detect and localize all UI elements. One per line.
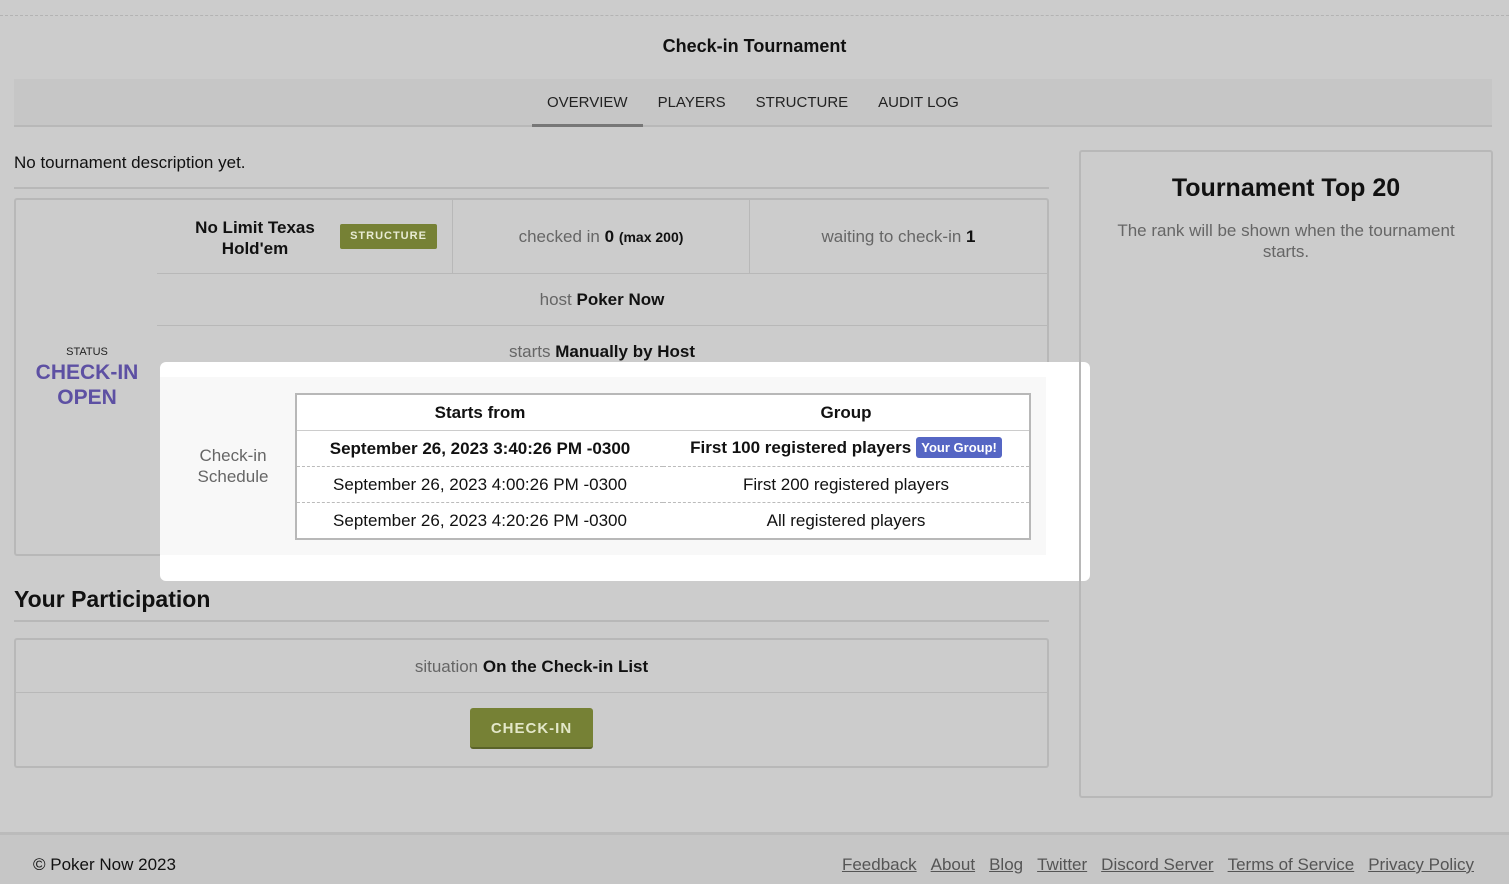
schedule-start: September 26, 2023 4:00:26 PM -0300 [296, 466, 663, 503]
game-type: No Limit Texas Hold'em [180, 217, 330, 259]
schedule-start: September 26, 2023 3:40:26 PM -0300 [296, 430, 663, 467]
footer-link-discord[interactable]: Discord Server [1101, 855, 1213, 875]
participation-row-divider [16, 692, 1047, 693]
schedule-group: First 200 registered players [663, 466, 1030, 503]
status-value-line2: OPEN [57, 386, 117, 409]
tournament-description: No tournament description yet. [14, 153, 246, 172]
schedule-start: September 26, 2023 4:20:26 PM -0300 [296, 502, 663, 539]
starts-row: starts Manually by Host [157, 342, 1047, 362]
game-type-line1: No Limit Texas [195, 218, 315, 237]
host-row: host Poker Now [157, 290, 1047, 310]
schedule-label-line2: Schedule [197, 467, 269, 486]
tab-structure[interactable]: STRUCTURE [741, 79, 864, 127]
host-label: host [539, 290, 572, 309]
checked-in-max: (max 200) [618, 229, 684, 245]
top-divider [0, 15, 1509, 16]
copyright: © Poker Now 2023 [33, 855, 176, 874]
footer-link-about[interactable]: About [931, 855, 975, 875]
schedule-header-row: Starts from Group [296, 394, 1030, 431]
starts-label: starts [508, 342, 551, 361]
waiting-count: 1 [966, 227, 976, 246]
footer-link-terms[interactable]: Terms of Service [1228, 855, 1355, 875]
host-value: Poker Now [576, 290, 665, 309]
page-title: Check-in Tournament [662, 36, 847, 56]
tab-players[interactable]: PLAYERS [643, 79, 741, 127]
status-block: STATUS CHECK-IN OPEN [16, 346, 158, 410]
footer-link-privacy[interactable]: Privacy Policy [1368, 855, 1474, 875]
schedule-group: All registered players [663, 502, 1030, 539]
table-row: September 26, 2023 4:00:26 PM -0300 Firs… [296, 466, 1030, 503]
situation-label: situation [414, 657, 479, 676]
status-label: STATUS [66, 346, 108, 358]
participation-title: Your Participation [14, 586, 211, 612]
starts-value: Manually by Host [555, 342, 696, 361]
table-row: September 26, 2023 4:20:26 PM -0300 All … [296, 502, 1030, 539]
table-row: September 26, 2023 3:40:26 PM -0300 Firs… [296, 430, 1030, 467]
checked-in-stat: checked in 0 (max 200) [453, 227, 749, 247]
header-group: Group [663, 394, 1030, 431]
status-value: CHECK-IN OPEN [16, 360, 158, 410]
participation-divider [14, 620, 1049, 622]
situation-row: situation On the Check-in List [16, 657, 1047, 677]
situation-value: On the Check-in List [482, 657, 649, 676]
schedule-table: Starts from Group September 26, 2023 3:4… [295, 393, 1031, 540]
footer-link-blog[interactable]: Blog [989, 855, 1023, 875]
tab-audit-log[interactable]: AUDIT LOG [863, 79, 974, 127]
game-type-line2: Hold'em [221, 239, 289, 258]
top20-title: Tournament Top 20 [1171, 174, 1401, 202]
check-in-button[interactable]: CHECK-IN [470, 708, 593, 749]
footer-link-feedback[interactable]: Feedback [842, 855, 917, 875]
schedule-group-text: First 100 registered players [690, 437, 912, 457]
checked-in-label: checked in [518, 227, 600, 246]
schedule-label-line1: Check-in [199, 446, 267, 465]
tab-list: OVERVIEW PLAYERS STRUCTURE AUDIT LOG [532, 79, 974, 127]
header-starts-from: Starts from [296, 394, 663, 431]
schedule-label: Check-in Schedule [178, 445, 288, 487]
top20-message: The rank will be shown when the tourname… [1117, 221, 1455, 261]
your-group-badge: Your Group! [916, 437, 1002, 458]
schedule-group: First 100 registered players Your Group! [663, 430, 1030, 467]
row-divider [157, 325, 1047, 326]
structure-button[interactable]: STRUCTURE [340, 224, 437, 249]
row-divider [157, 273, 1047, 274]
footer-link-twitter[interactable]: Twitter [1037, 855, 1087, 875]
waiting-stat: waiting to check-in 1 [750, 227, 1047, 247]
footer-links: Feedback About Blog Twitter Discord Serv… [842, 855, 1474, 875]
tab-overview[interactable]: OVERVIEW [532, 79, 643, 127]
waiting-label: waiting to check-in [821, 227, 962, 246]
status-value-line1: CHECK-IN [35, 361, 139, 384]
description-divider [14, 187, 1049, 189]
checked-in-count: 0 [604, 227, 615, 246]
